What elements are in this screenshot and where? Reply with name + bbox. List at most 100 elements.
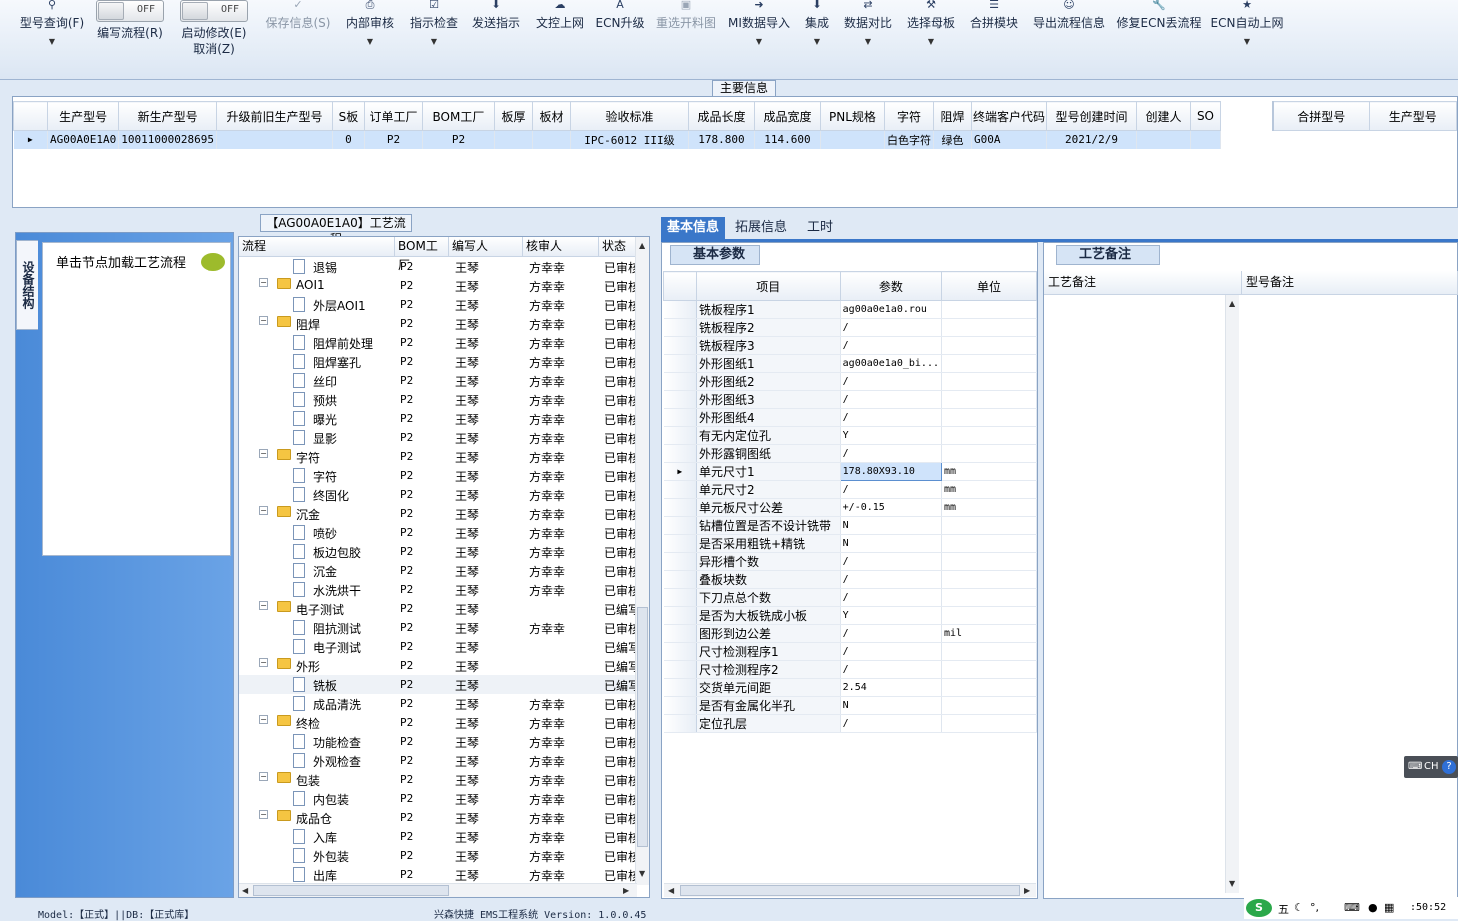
tree-row[interactable]: 字符 P2 王琴 方幸幸 已审核 (239, 466, 637, 485)
mi-import-button[interactable]: ➜ MI数据导入 ▼ (726, 0, 792, 60)
column-header[interactable]: S板 (331, 101, 365, 131)
tree-row[interactable]: 曝光 P2 王琴 方幸幸 已审核 (239, 409, 637, 428)
tree-row[interactable]: − 包装 P2 王琴 方幸幸 已审核 (239, 770, 637, 789)
fix-ecn-button[interactable]: 🔧 修复ECN丢流程 (1116, 0, 1202, 60)
collapse-icon[interactable]: − (259, 715, 268, 724)
tree-row[interactable]: − 成品仓 P2 王琴 方幸幸 已审核 (239, 808, 637, 827)
param-row[interactable]: 外形图纸3/ (663, 390, 1038, 409)
collapse-icon[interactable]: − (259, 316, 268, 325)
param-value[interactable]: ag00a0e1a0.rou (840, 300, 942, 319)
tree-row[interactable]: − 沉金 P2 王琴 方幸幸 已审核 (239, 504, 637, 523)
column-header[interactable]: 阻焊 (932, 101, 972, 131)
ime-indicator[interactable]: ⌨ CH ? (1404, 756, 1458, 778)
param-value[interactable]: / (840, 588, 942, 607)
table-cell[interactable] (494, 130, 533, 149)
param-value[interactable]: / (840, 444, 942, 463)
param-row[interactable]: 下刀点总个数 / (663, 588, 1038, 607)
tree-row[interactable]: 板边包胶 P2 王琴 方幸幸 已审核 (239, 542, 637, 561)
param-row[interactable]: 尺寸检测程序1/ (663, 642, 1038, 661)
tree-row[interactable]: 丝印 P2 王琴 方幸幸 已审核 (239, 371, 637, 390)
param-row[interactable]: 外形露铜图纸 / (663, 444, 1038, 463)
tree-row[interactable]: 水洗烘干 P2 王琴 方幸幸 已审核 (239, 580, 637, 599)
param-row[interactable]: 定位孔层 / (663, 714, 1038, 733)
tree-row[interactable]: 入库 P2 王琴 方幸幸 已审核 (239, 827, 637, 846)
tree-row[interactable]: − 字符 P2 王琴 方幸幸 已审核 (239, 447, 637, 466)
table-cell[interactable]: AG00A0E1A0 (47, 130, 120, 149)
param-row[interactable]: ▶ 单元尺寸1 178.80X93.10 mm (663, 462, 1038, 481)
table-cell[interactable]: P2 (422, 130, 495, 149)
param-row[interactable]: 交货单元间距 2.54 (663, 678, 1038, 697)
column-header[interactable]: 终端客户代码 (970, 101, 1047, 131)
param-row[interactable]: 是否采用粗铣+精铣 N (663, 534, 1038, 553)
param-value[interactable]: / (840, 336, 942, 355)
column-header[interactable]: 板材 (531, 101, 571, 131)
collapse-icon[interactable]: − (259, 506, 268, 515)
column-header[interactable]: 板厚 (493, 101, 533, 131)
col-writer[interactable]: 编写人 (449, 237, 523, 257)
table-cell[interactable]: G00A (971, 130, 1047, 149)
punctuation-icon[interactable]: °, (1310, 901, 1319, 914)
param-row[interactable]: 单元板尺寸公差 +/-0.15 mm (663, 498, 1038, 517)
tree-row[interactable]: 内包装 P2 王琴 方幸幸 已审核 (239, 789, 637, 808)
tree-row[interactable]: 喷砂 P2 王琴 方幸幸 已审核 (239, 523, 637, 542)
basic-params-tab[interactable]: 基本参数 (670, 245, 760, 265)
param-row[interactable]: 铣板程序3/ (663, 336, 1038, 355)
param-value[interactable]: / (840, 642, 942, 661)
param-value[interactable]: / (840, 318, 942, 337)
column-header[interactable]: 创建人 (1135, 101, 1191, 131)
data-compare-button[interactable]: ⇄ 数据对比 ▼ (840, 0, 896, 60)
col-status[interactable]: 状态 (599, 237, 637, 257)
table-cell[interactable]: 白色字符 (884, 130, 934, 149)
param-value[interactable]: / (840, 624, 942, 643)
reselect-drawing-button[interactable]: ▣ 重选开料图 (652, 0, 720, 60)
table-cell[interactable]: 0 (332, 130, 365, 149)
column-header[interactable]: 型号创建时间 (1045, 101, 1137, 131)
param-value[interactable]: / (840, 714, 942, 733)
collapse-icon[interactable]: − (259, 810, 268, 819)
column-header[interactable]: 订单工厂 (363, 101, 423, 131)
toggle-switch[interactable]: OFF (180, 0, 248, 22)
table-cell[interactable]: 2021/2/9 (1046, 130, 1137, 149)
tree-row[interactable]: 终固化 P2 王琴 方幸幸 已审核 (239, 485, 637, 504)
tree-row[interactable]: 出库 P2 王琴 方幸幸 已审核 (239, 865, 637, 884)
tree-hscroll[interactable]: ◀ ▶ (239, 883, 637, 897)
corner-cell[interactable] (13, 101, 48, 131)
column-header[interactable]: 成品长度 (687, 101, 755, 131)
tree-row[interactable]: 退锡 P2 王琴 方幸幸 已审核 (239, 257, 637, 276)
tree-vscroll[interactable]: ▲ ▼ (635, 237, 649, 885)
tree-row[interactable]: − 电子测试 P2 王琴 已编写 (239, 599, 637, 618)
param-row[interactable]: 单元尺寸2/mm (663, 480, 1038, 499)
send-directive-button[interactable]: ⬇ 发送指示 (468, 0, 524, 60)
merge-header[interactable]: 生产型号 (1368, 101, 1458, 131)
column-header[interactable]: 验收标准 (569, 101, 689, 131)
tree-row[interactable]: 阻焊塞孔 P2 王琴 方幸幸 已审核 (239, 352, 637, 371)
param-value[interactable]: / (840, 408, 942, 427)
param-row[interactable]: 铣板程序2/ (663, 318, 1038, 337)
column-header[interactable]: 新生产型号 (118, 101, 217, 131)
tree-row[interactable]: 铣板 P2 王琴 已编写 (239, 675, 637, 694)
tree-row[interactable]: 外层AOI1 P2 王琴 方幸幸 已审核 (239, 295, 637, 314)
param-value[interactable]: Y (840, 606, 942, 625)
column-header[interactable]: 字符 (883, 101, 934, 131)
merge-header[interactable]: 合拼型号 (1272, 101, 1370, 131)
tab-basic-info[interactable]: 基本信息 (661, 217, 726, 239)
param-header-unit[interactable]: 单位 (940, 271, 1038, 301)
table-cell[interactable]: 114.600 (754, 130, 821, 149)
merge-module-button[interactable]: ☰ 合拼模块 (966, 0, 1022, 60)
column-header[interactable]: BOM工厂 (421, 101, 495, 131)
table-cell[interactable]: P2 (364, 130, 423, 149)
param-value[interactable]: / (840, 570, 942, 589)
param-row[interactable]: 是否为大板铣成小板 Y (663, 606, 1038, 625)
param-value[interactable]: Y (840, 426, 942, 445)
select-mother-button[interactable]: ⚒ 选择母板 ▼ (902, 0, 960, 60)
table-cell[interactable] (820, 130, 885, 149)
param-value[interactable]: / (840, 480, 942, 499)
param-hscroll[interactable]: ◀ ▶ (664, 883, 1036, 897)
column-header[interactable]: 成品宽度 (753, 101, 821, 131)
table-cell[interactable] (1190, 130, 1221, 149)
tree-row[interactable]: 显影 P2 王琴 方幸幸 已审核 (239, 428, 637, 447)
table-cell[interactable]: IPC-6012 III级 (570, 130, 689, 149)
scroll-thumb[interactable] (253, 885, 449, 896)
node-hint[interactable]: 单击节点加载工艺流程 (56, 252, 186, 271)
tree-row[interactable]: 沉金 P2 王琴 方幸幸 已审核 (239, 561, 637, 580)
